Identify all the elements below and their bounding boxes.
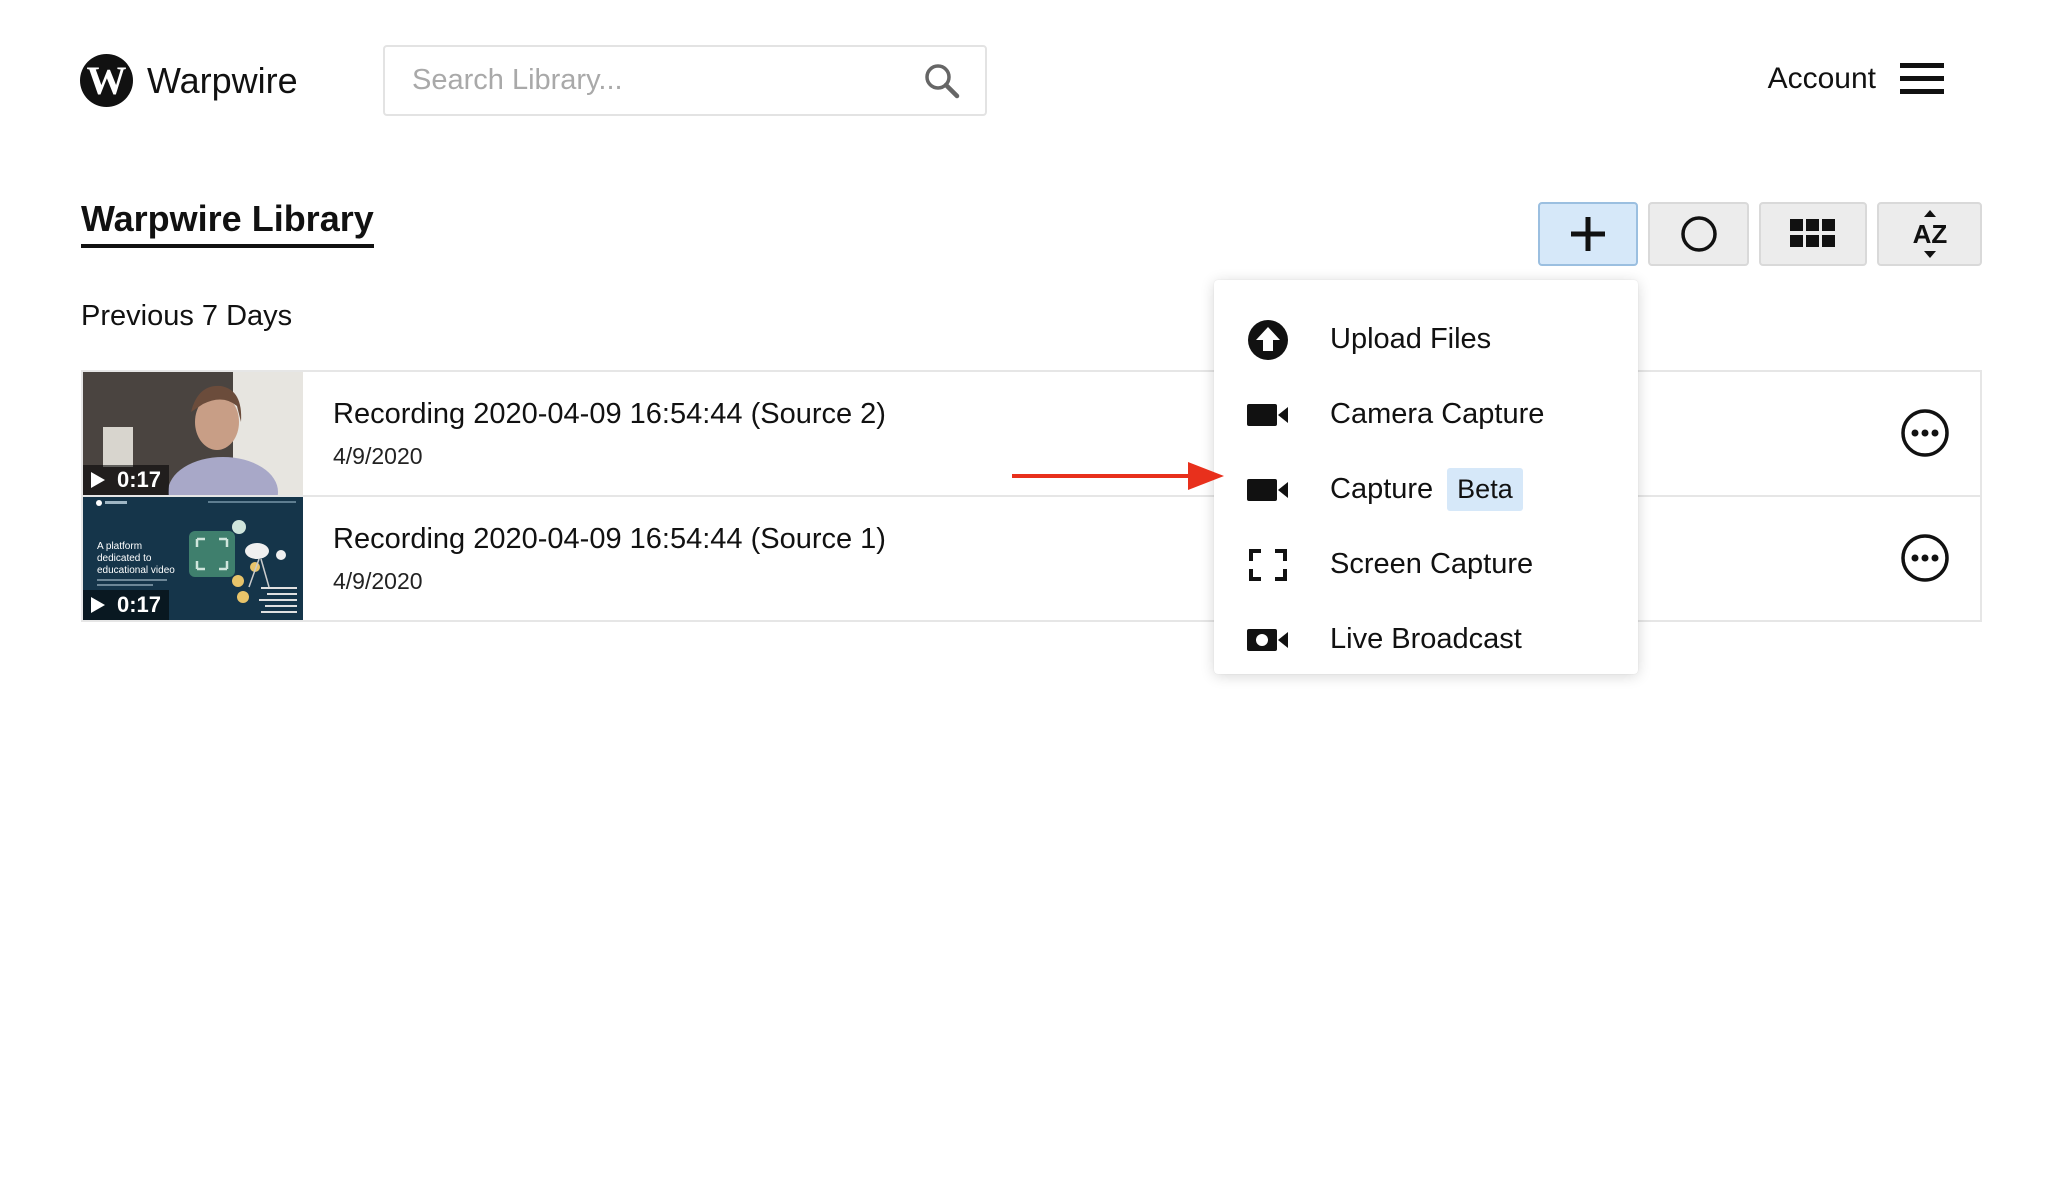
screen-capture-icon bbox=[1246, 543, 1290, 587]
duration-text: 0:17 bbox=[117, 467, 162, 492]
svg-text:educational video: educational video bbox=[97, 565, 175, 576]
menu-item-label: Camera Capture bbox=[1330, 398, 1545, 430]
menu-item-live-broadcast[interactable]: Live Broadcast bbox=[1214, 602, 1638, 677]
item-date: 4/9/2020 bbox=[333, 442, 423, 469]
logo[interactable]: W Warpwire bbox=[80, 54, 298, 107]
sort-az-icon: AZ bbox=[1912, 210, 1947, 258]
video-thumbnail[interactable]: A platform dedicated to educational vide… bbox=[83, 497, 303, 620]
video-camera-icon bbox=[1246, 468, 1290, 512]
live-camera-icon bbox=[1246, 618, 1290, 662]
more-options-icon[interactable] bbox=[1900, 533, 1950, 583]
menu-item-label: Upload Files bbox=[1330, 323, 1492, 355]
play-icon bbox=[91, 472, 105, 488]
account-menu[interactable]: Account bbox=[1768, 62, 1944, 96]
item-info: Recording 2020-04-09 16:54:44 (Source 2)… bbox=[333, 398, 886, 470]
library-list: 0:17 Recording 2020-04-09 16:54:44 (Sour… bbox=[81, 370, 1982, 622]
page: W Warpwire Account Warpwire Library bbox=[0, 0, 2048, 1200]
section-label: Previous 7 Days bbox=[81, 300, 293, 332]
menu-item-label: Capture bbox=[1330, 473, 1434, 505]
duration-text: 0:17 bbox=[117, 592, 162, 617]
svg-text:dedicated to: dedicated to bbox=[97, 553, 152, 564]
library-item[interactable]: A platform dedicated to educational vide… bbox=[81, 497, 1982, 622]
toolbar: AZ bbox=[1538, 202, 1982, 266]
record-button[interactable] bbox=[1648, 202, 1749, 266]
duration-badge: 0:17 bbox=[83, 590, 170, 620]
grid-icon bbox=[1790, 219, 1835, 247]
item-title[interactable]: Recording 2020-04-09 16:54:44 (Source 1) bbox=[333, 523, 886, 556]
annotation-arrow-icon bbox=[1012, 462, 1224, 490]
upload-icon bbox=[1246, 318, 1290, 362]
menu-item-capture[interactable]: Capture Beta bbox=[1214, 452, 1638, 527]
menu-item-camera-capture[interactable]: Camera Capture bbox=[1214, 377, 1638, 452]
duration-badge: 0:17 bbox=[83, 465, 170, 495]
video-thumbnail[interactable]: 0:17 bbox=[83, 372, 303, 495]
menu-item-upload-files[interactable]: Upload Files bbox=[1214, 302, 1638, 377]
sort-button[interactable]: AZ bbox=[1877, 202, 1982, 266]
app-name: Warpwire bbox=[147, 59, 298, 101]
account-link[interactable]: Account bbox=[1768, 62, 1876, 96]
menu-item-screen-capture[interactable]: Screen Capture bbox=[1214, 527, 1638, 602]
menu-item-label: Live Broadcast bbox=[1330, 623, 1522, 655]
svg-text:AZ: AZ bbox=[1912, 219, 1947, 249]
item-info: Recording 2020-04-09 16:54:44 (Source 1)… bbox=[333, 523, 886, 595]
add-menu-dropdown: Upload Files Camera Capture Capture Beta bbox=[1214, 280, 1638, 674]
grid-view-button[interactable] bbox=[1759, 202, 1867, 266]
play-icon bbox=[91, 597, 105, 613]
item-date: 4/9/2020 bbox=[333, 567, 423, 594]
record-circle-icon bbox=[1680, 216, 1717, 252]
page-title: Warpwire Library bbox=[81, 198, 374, 248]
beta-badge: Beta bbox=[1447, 468, 1523, 511]
hamburger-menu-icon[interactable] bbox=[1900, 63, 1944, 95]
item-title[interactable]: Recording 2020-04-09 16:54:44 (Source 2) bbox=[333, 398, 886, 431]
more-options-icon[interactable] bbox=[1900, 408, 1950, 458]
video-camera-icon bbox=[1246, 393, 1290, 437]
search-icon[interactable] bbox=[923, 62, 961, 100]
svg-text:A platform: A platform bbox=[97, 541, 142, 552]
add-button[interactable] bbox=[1538, 202, 1638, 266]
search-box[interactable] bbox=[383, 45, 987, 116]
search-input[interactable] bbox=[412, 64, 923, 97]
logo-mark-icon: W bbox=[80, 54, 133, 107]
menu-item-label: Screen Capture bbox=[1330, 548, 1534, 580]
plus-icon bbox=[1571, 217, 1605, 251]
